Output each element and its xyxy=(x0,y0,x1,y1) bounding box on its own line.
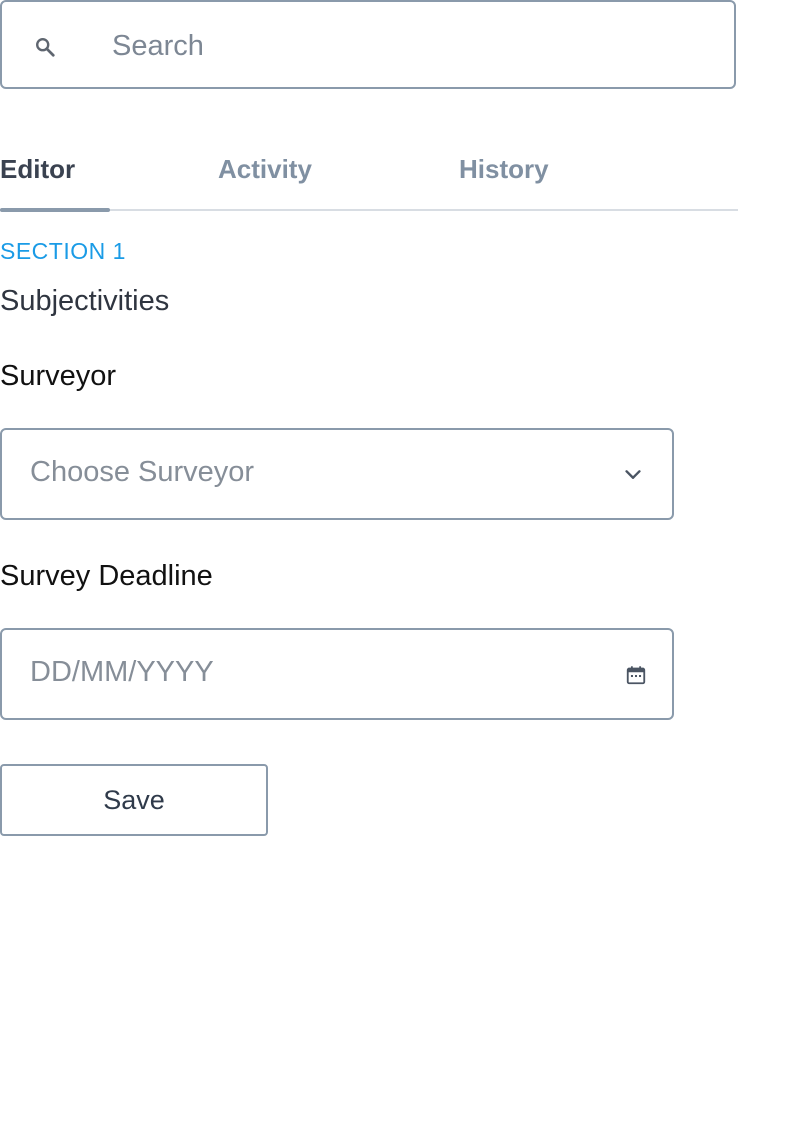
section-label: SECTION 1 xyxy=(0,238,126,264)
section-title: Subjectivities xyxy=(0,285,170,317)
surveyor-select[interactable]: Choose Surveyor xyxy=(0,428,674,520)
tab-history[interactable]: History xyxy=(459,140,549,200)
search-box[interactable] xyxy=(0,0,736,89)
tab-editor[interactable]: Editor xyxy=(0,140,75,200)
calendar-icon[interactable] xyxy=(625,664,647,686)
deadline-placeholder: DD/MM/YYYY xyxy=(30,656,214,688)
search-icon xyxy=(36,38,55,57)
tab-bar: Editor Activity History xyxy=(0,140,738,212)
surveyor-label: Surveyor xyxy=(0,360,117,392)
editor-page: Editor Activity History SECTION 1 Subjec… xyxy=(0,0,800,1132)
surveyor-placeholder: Choose Surveyor xyxy=(30,456,255,488)
tab-divider xyxy=(0,209,738,211)
deadline-date-field[interactable]: DD/MM/YYYY xyxy=(0,628,674,720)
active-tab-indicator xyxy=(0,208,110,212)
chevron-down-icon xyxy=(625,470,641,479)
save-button[interactable]: Save xyxy=(0,764,268,836)
search-input[interactable] xyxy=(112,22,712,70)
deadline-label: Survey Deadline xyxy=(0,560,213,592)
tab-activity[interactable]: Activity xyxy=(218,140,312,200)
